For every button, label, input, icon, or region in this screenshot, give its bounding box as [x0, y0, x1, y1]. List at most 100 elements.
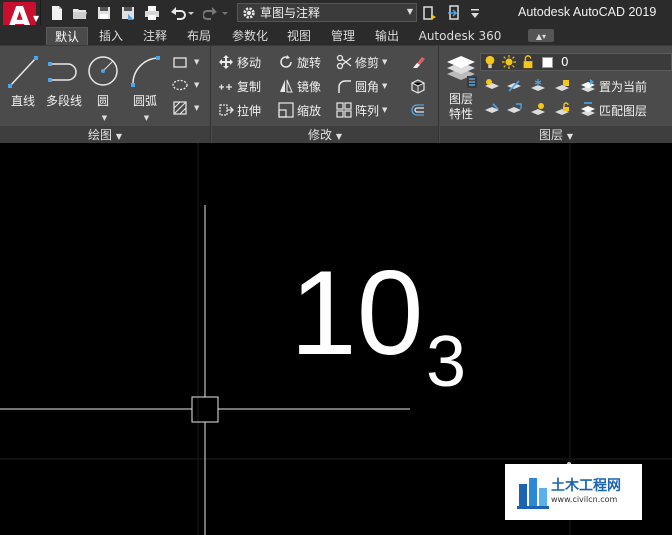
window-title: Autodesk AutoCAD 2019: [518, 5, 657, 19]
layer-unlock-button[interactable]: [554, 100, 573, 120]
explode-button[interactable]: [410, 76, 429, 96]
hatch-button[interactable]: ▼: [172, 98, 199, 118]
scale-button[interactable]: 缩放: [278, 100, 321, 120]
save-as-icon[interactable]: [119, 4, 137, 21]
tab-output[interactable]: 输出: [368, 27, 406, 45]
match-layer-icon: [581, 102, 595, 116]
share-icon[interactable]: [421, 4, 439, 21]
layers-stack-icon: [447, 56, 477, 88]
mirror-button[interactable]: 镜像: [278, 76, 321, 96]
eraser-icon: [413, 57, 425, 68]
gear-icon: [243, 6, 255, 19]
drawing-text-subscript[interactable]: 3: [426, 326, 466, 398]
undo-icon[interactable]: [168, 4, 196, 21]
move-icon: [219, 55, 233, 69]
rectangle-button[interactable]: ▼: [172, 52, 199, 72]
save-icon[interactable]: [95, 4, 113, 21]
tab-parametric[interactable]: 参数化: [224, 27, 276, 45]
chevron-down-icon: ▼: [194, 81, 200, 89]
transfer-icon[interactable]: [445, 4, 463, 21]
layer-off-icon: [507, 80, 521, 92]
layer-color-swatch: [542, 57, 553, 68]
polyline-button[interactable]: 多段线: [44, 52, 84, 109]
match-layer-button[interactable]: 匹配图层: [580, 100, 647, 120]
line-button[interactable]: 直线: [6, 52, 40, 109]
modify-panel-title[interactable]: 修改 ▼: [212, 126, 438, 144]
arc-icon: [131, 56, 160, 87]
layer-walk-icon: [507, 103, 522, 113]
chevron-down-icon: ▼: [406, 7, 413, 16]
unlock-icon: [523, 55, 533, 69]
minimize-ribbon-button[interactable]: ▲▾: [528, 29, 554, 42]
tab-manage[interactable]: 管理: [324, 27, 362, 45]
current-layer-name: 0: [561, 55, 569, 69]
rotate-icon: [280, 55, 292, 68]
arc-button[interactable]: 圆弧 ▼: [128, 52, 162, 123]
layer-lock-button[interactable]: [554, 76, 573, 96]
chevron-down-icon: ▲▾: [535, 32, 547, 41]
layer-isolate-icon: [485, 79, 499, 89]
layer-off-button[interactable]: [506, 76, 525, 96]
copy-button[interactable]: 复制: [218, 76, 261, 96]
customize-dropdown-icon[interactable]: [466, 4, 484, 21]
drawing-text-main[interactable]: 10: [290, 253, 423, 373]
tab-layout[interactable]: 布局: [180, 27, 218, 45]
trim-button[interactable]: 修剪 ▼: [336, 52, 387, 72]
layer-unisolate-icon: [485, 103, 499, 113]
set-current-button[interactable]: 置为当前: [580, 76, 647, 96]
tab-insert[interactable]: 插入: [92, 27, 130, 45]
fillet-button[interactable]: 圆角 ▼: [336, 76, 387, 96]
scale-icon: [278, 102, 294, 118]
fillet-icon: [338, 80, 351, 93]
civilcn-logo-icon: [517, 478, 549, 509]
layer-walk-button[interactable]: [506, 100, 525, 120]
circle-button[interactable]: 圆 ▼: [86, 52, 120, 123]
ribbon-tabs: 默认 插入 注释 布局 参数化 视图 管理 输出 Autodesk 360 ▲▾: [0, 25, 672, 45]
tab-autodesk-360[interactable]: Autodesk 360: [412, 27, 508, 45]
draw-panel: 直线 多段线 圆 ▼ 圆弧 ▼ ▼ ▼ ▼ 绘图 ▼: [0, 46, 211, 144]
layer-thaw-icon: [531, 103, 545, 115]
layer-freeze-button[interactable]: [530, 76, 549, 96]
draw-panel-title[interactable]: 绘图 ▼: [0, 126, 210, 144]
scissors-icon: [336, 54, 352, 70]
redo-icon[interactable]: [202, 4, 230, 21]
print-icon[interactable]: [143, 4, 161, 21]
layer-thaw-button[interactable]: [530, 100, 549, 120]
stretch-icon: [219, 104, 234, 116]
explode-icon: [411, 79, 425, 94]
erase-button[interactable]: [410, 52, 429, 72]
chevron-down-icon: ▼: [382, 58, 388, 66]
layer-lock-icon: [555, 80, 569, 91]
chevron-down-icon: ▼: [194, 58, 200, 66]
chevron-down-icon: ▼: [194, 104, 200, 112]
workspace-label: 草图与注释: [260, 6, 321, 20]
layer-dropdown[interactable]: 0: [480, 53, 672, 71]
chevron-down-icon: ▼: [382, 82, 388, 90]
drawing-canvas[interactable]: 10 3 土木工程网 www.civilcn.com: [0, 143, 672, 535]
line-icon: [8, 56, 38, 88]
layer-unisolate-button[interactable]: [484, 100, 503, 120]
tab-view[interactable]: 视图: [280, 27, 318, 45]
tab-home[interactable]: 默认: [46, 27, 88, 45]
layer-properties-button[interactable]: 图层 特性: [442, 52, 480, 122]
watermark-url: www.civilcn.com: [551, 495, 618, 504]
circle-icon: [88, 56, 118, 86]
new-file-icon[interactable]: [48, 4, 66, 21]
ellipse-button[interactable]: ▼: [172, 75, 199, 95]
stretch-button[interactable]: 拉伸: [218, 100, 261, 120]
tab-annotate[interactable]: 注释: [136, 27, 174, 45]
mirror-icon: [280, 79, 293, 93]
modify-panel: 移动 旋转 修剪 ▼ 复制 镜像 圆角 ▼ 拉伸 缩放 阵列 ▼ 修改 ▼: [212, 46, 439, 144]
watermark-name: 土木工程网: [551, 478, 621, 494]
workspace-dropdown[interactable]: 草图与注释 ▼: [237, 3, 417, 22]
ellipse-icon: [172, 79, 188, 91]
layers-panel-title[interactable]: 图层 ▼: [440, 126, 672, 144]
array-button[interactable]: 阵列 ▼: [336, 100, 387, 120]
polyline-icon: [48, 62, 77, 82]
open-folder-icon[interactable]: [71, 4, 89, 21]
layer-isolate-button[interactable]: [484, 76, 503, 96]
offset-button[interactable]: [410, 100, 429, 120]
lightbulb-on-icon: [485, 55, 495, 69]
rotate-button[interactable]: 旋转: [278, 52, 321, 72]
move-button[interactable]: 移动: [218, 52, 261, 72]
